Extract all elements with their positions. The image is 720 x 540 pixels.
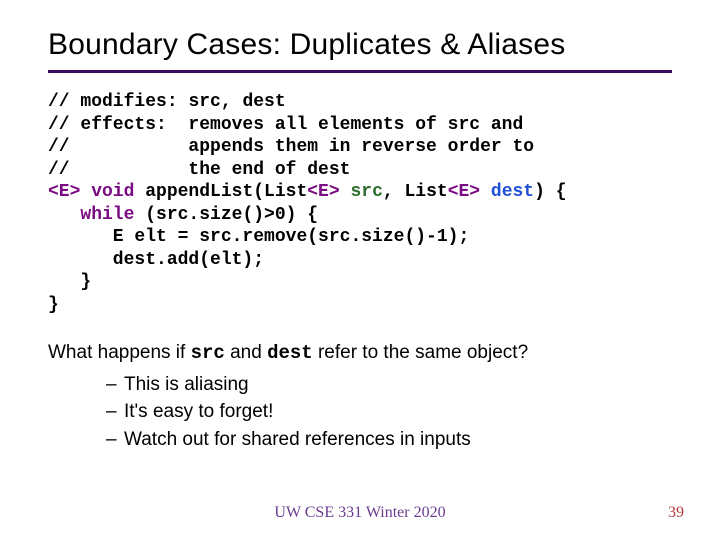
bullet-text: It's easy to forget! xyxy=(124,401,273,422)
code-text: dest xyxy=(242,92,285,112)
question-line: What happens if src and dest refer to th… xyxy=(48,340,672,367)
bullet-item: –It's easy to forget! xyxy=(106,398,672,426)
code-text: src xyxy=(188,92,220,112)
code-keyword: <E> void xyxy=(48,182,134,202)
code-text: appendList(List xyxy=(134,182,307,202)
bullet-item: –This is aliasing xyxy=(106,371,672,399)
page-number: 39 xyxy=(668,504,684,522)
question-text: and xyxy=(225,342,267,363)
dash-icon: – xyxy=(106,426,124,454)
slide-title: Boundary Cases: Duplicates & Aliases xyxy=(48,28,672,62)
code-text xyxy=(48,205,80,225)
question-src: src xyxy=(191,342,225,364)
code-block: // modifies: src, dest // effects: remov… xyxy=(48,91,672,316)
code-line-8: dest.add(elt); xyxy=(48,250,264,270)
code-line-10: } xyxy=(48,295,59,315)
question-text: refer to the same object? xyxy=(313,342,528,363)
bullet-item: –Watch out for shared references in inpu… xyxy=(106,426,672,454)
title-rule xyxy=(48,70,672,73)
code-keyword: <E> xyxy=(448,182,480,202)
slide: Boundary Cases: Duplicates & Aliases // … xyxy=(0,0,720,540)
dash-icon: – xyxy=(106,398,124,426)
code-line-7: E elt = src.remove(src.size()-1); xyxy=(48,227,469,247)
code-text: ) { xyxy=(534,182,566,202)
code-text: , xyxy=(221,92,243,112)
code-text: , List xyxy=(383,182,448,202)
dash-icon: – xyxy=(106,371,124,399)
code-line-9: } xyxy=(48,272,91,292)
code-text xyxy=(480,182,491,202)
bullet-list: –This is aliasing –It's easy to forget! … xyxy=(106,371,672,454)
bullet-text: Watch out for shared references in input… xyxy=(124,429,471,450)
footer-text: UW CSE 331 Winter 2020 xyxy=(0,504,720,522)
code-line-3: // appends them in reverse order to xyxy=(48,137,534,157)
code-text xyxy=(340,182,351,202)
question-text: What happens if xyxy=(48,342,191,363)
code-keyword: <E> xyxy=(307,182,339,202)
code-param-dest: dest xyxy=(491,182,534,202)
code-line-1: // modifies: src, dest xyxy=(48,92,286,112)
code-line-5: <E> void appendList(List<E> src, List<E>… xyxy=(48,182,567,202)
question-dst: dest xyxy=(267,342,313,364)
code-line-6: while (src.size()>0) { xyxy=(48,205,318,225)
bullet-emphasis: aliasing xyxy=(184,374,248,395)
code-text: // modifies: xyxy=(48,92,188,112)
code-line-2: // effects: removes all elements of src … xyxy=(48,115,523,135)
code-text: (src.size()>0) { xyxy=(134,205,318,225)
code-keyword: while xyxy=(80,205,134,225)
code-param-src: src xyxy=(350,182,382,202)
bullet-text: This is xyxy=(124,374,184,395)
code-line-4: // the end of dest xyxy=(48,160,350,180)
